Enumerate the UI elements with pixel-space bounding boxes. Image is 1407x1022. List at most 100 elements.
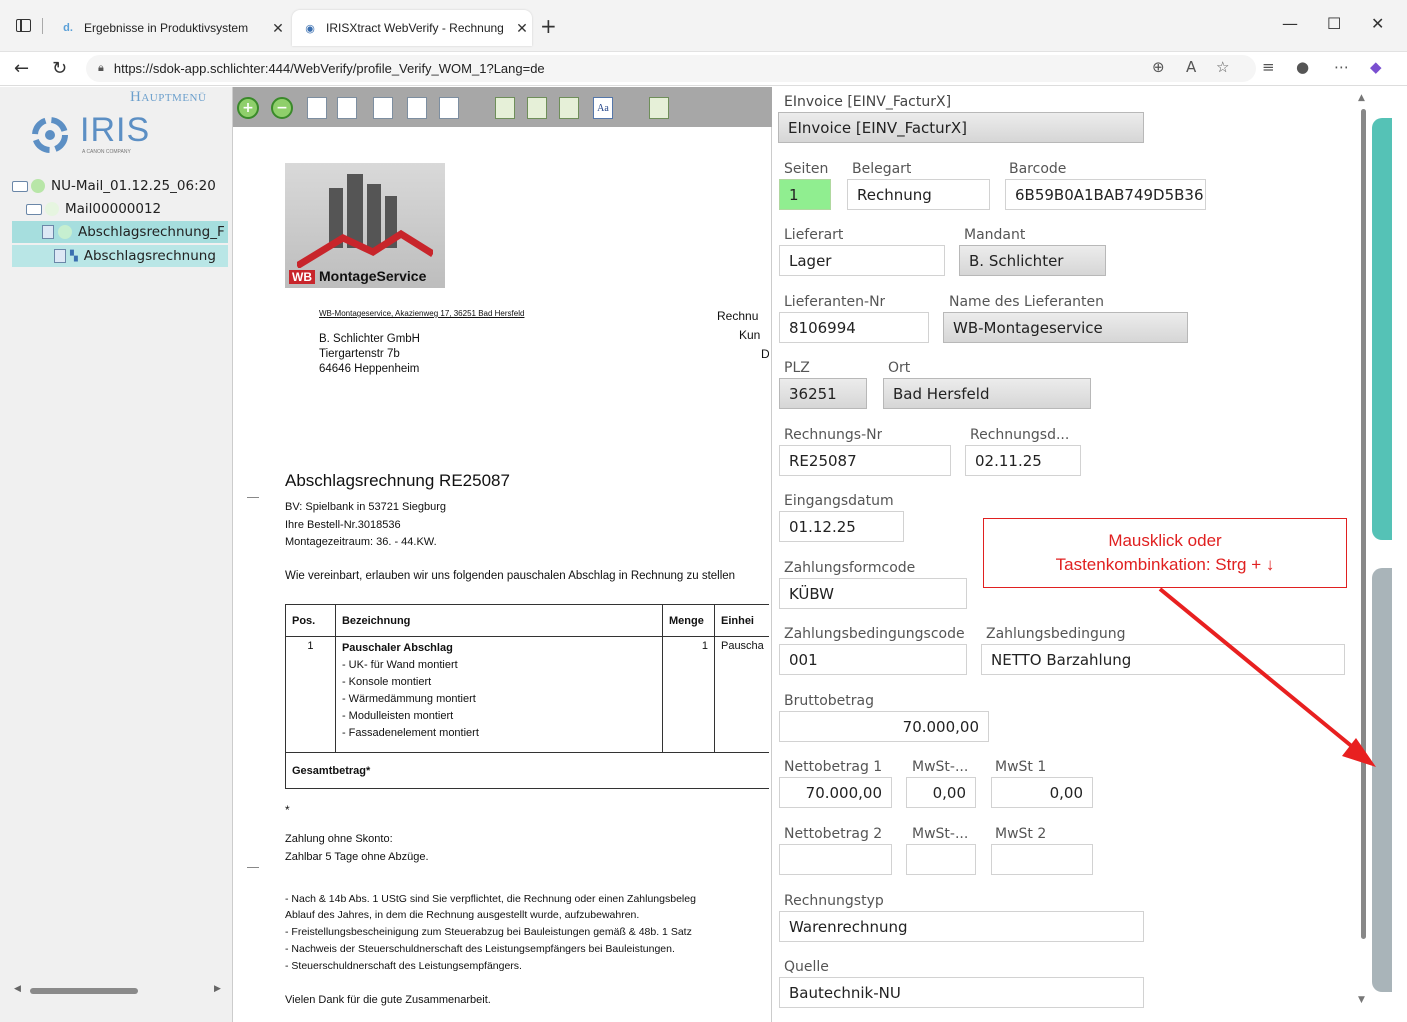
field-label: Name des Lieferanten: [949, 294, 1105, 310]
favorites-list-icon[interactable]: ≡: [1262, 58, 1275, 76]
tree-item-document[interactable]: Abschlagsrechnung_F: [12, 221, 228, 243]
field-label: PLZ: [784, 360, 810, 376]
meta-line: BV: Spielbank in 53721 Siegburg: [285, 501, 447, 513]
recipient-line: B. Schlichter GmbH: [319, 333, 420, 345]
eingangsdatum-field[interactable]: 01.12.25: [779, 511, 904, 542]
doc-type-field[interactable]: EInvoice [EINV_FacturX]: [778, 112, 1144, 143]
lieferart-field[interactable]: Lager: [779, 245, 945, 276]
form-vertical-scrollbar[interactable]: ▲ ▼: [1356, 87, 1372, 1012]
main-menu-link[interactable]: Hauptmenü: [130, 89, 206, 106]
fit-page-icon[interactable]: [307, 97, 327, 119]
ocr-text-icon[interactable]: Aa: [593, 97, 613, 119]
favorite-star-icon[interactable]: ☆: [1216, 58, 1229, 76]
field-label: Rechnungsd...: [970, 427, 1070, 443]
tree-item-label: Mail00000012: [65, 201, 162, 217]
zoom-icon[interactable]: ⊕: [1152, 58, 1165, 76]
rechnungstyp-field[interactable]: Warenrechnung: [779, 911, 1144, 942]
rotate-right-icon[interactable]: [439, 97, 459, 119]
tab-ergebnisse[interactable]: d. Ergebnisse in Produktivsystem ✕: [50, 10, 288, 46]
back-icon[interactable]: ←: [14, 58, 29, 79]
scroll-right-icon[interactable]: ▶: [214, 984, 221, 994]
tree-item-page[interactable]: ▚ Abschlagsrechnung: [12, 245, 228, 267]
left-horizontal-scrollbar[interactable]: ◀ ▶: [10, 984, 224, 998]
belegart-field[interactable]: Rechnung: [847, 179, 990, 210]
split-document-icon[interactable]: [495, 97, 515, 119]
scroll-up-icon[interactable]: ▲: [1358, 93, 1365, 103]
barcode-field[interactable]: 6B59B0A1BAB749D5B361: [1005, 179, 1206, 210]
invoice-header-cut: Rechnu: [717, 309, 759, 323]
copilot-icon[interactable]: ◆: [1370, 58, 1382, 76]
logo-text: IRIS: [80, 111, 151, 149]
zahlungsformcode-field[interactable]: KÜBW: [779, 578, 967, 609]
table-total-row: Gesamtbetrag*: [285, 752, 769, 789]
previous-document-bar[interactable]: [1372, 118, 1392, 540]
bruttobetrag-field[interactable]: 70.000,00: [779, 711, 989, 742]
mwst-satz2-field[interactable]: [906, 844, 976, 875]
close-window-icon[interactable]: ✕: [1371, 14, 1384, 33]
recipient-line: Tiergartenstr 7b: [319, 348, 400, 360]
payment-line: Zahlung ohne Skonto:: [285, 833, 393, 845]
next-document-bar[interactable]: [1372, 568, 1392, 992]
zoom-out-icon[interactable]: −: [271, 97, 293, 119]
more-menu-icon[interactable]: ⋯: [1334, 58, 1349, 76]
tree-item-mail-batch[interactable]: NU-Mail_01.12.25_06:20: [12, 175, 232, 197]
lieferanten-nr-field[interactable]: 8106994: [779, 312, 929, 343]
total-label: Gesamtbetrag*: [285, 752, 769, 789]
scroll-left-icon[interactable]: ◀: [14, 984, 21, 994]
minimize-icon[interactable]: —: [1282, 14, 1298, 33]
field-label: MwSt-...: [912, 826, 969, 842]
cell-description: Pauschaler Abschlag - UK- für Wand monti…: [334, 636, 664, 753]
read-aloud-icon[interactable]: A: [1186, 58, 1196, 76]
fit-height-icon[interactable]: [373, 97, 393, 119]
page-icon: [54, 249, 66, 263]
quelle-field[interactable]: Bautechnik-NU: [779, 977, 1144, 1008]
ort-field[interactable]: Bad Hersfeld: [883, 378, 1091, 409]
nettobetrag1-field[interactable]: 70.000,00: [779, 777, 892, 808]
field-label: Rechnungstyp: [784, 893, 884, 909]
rechnungs-nr-field[interactable]: RE25087: [779, 445, 951, 476]
zahlungsbedingungscode-field[interactable]: 001: [779, 644, 967, 675]
merge-document-icon[interactable]: [527, 97, 547, 119]
mwst1-field[interactable]: 0,00: [991, 777, 1093, 808]
close-tab-icon[interactable]: ✕: [512, 20, 532, 37]
zoom-in-icon[interactable]: +: [237, 97, 259, 119]
note-line: Ablauf des Jahres, in dem die Rechnung a…: [285, 909, 640, 921]
sender-line: WB-Montageservice, Akazienweg 17, 36251 …: [319, 309, 525, 318]
url-field[interactable]: 🔒︎ https://sdok-app.schlichter:444/WebVe…: [86, 55, 1256, 82]
profile-icon[interactable]: ●: [1296, 58, 1309, 76]
zahlungsbedingung-field[interactable]: NETTO Barzahlung: [981, 644, 1345, 675]
lieferant-name-field[interactable]: WB-Montageservice: [943, 312, 1188, 343]
nettobetrag2-field[interactable]: [779, 844, 892, 875]
recipient-line: 64646 Heppenheim: [319, 363, 420, 375]
d-favicon-icon: d.: [63, 22, 73, 34]
rotate-left-icon[interactable]: [407, 97, 427, 119]
tab-webverify[interactable]: ◉ IRISXtract WebVerify - Rechnung ✕: [292, 10, 532, 46]
field-label: Lieferanten-Nr: [784, 294, 886, 310]
mwst-satz1-field[interactable]: 0,00: [906, 777, 976, 808]
tree-item-label: NU-Mail_01.12.25_06:20: [51, 178, 216, 194]
sidebar-toggle-icon[interactable]: [16, 19, 31, 32]
close-tab-icon[interactable]: ✕: [268, 20, 288, 37]
scroll-thumb[interactable]: [1361, 109, 1366, 939]
plz-field[interactable]: 36251: [779, 378, 867, 409]
field-label: Belegart: [852, 161, 912, 177]
refresh-icon[interactable]: ↻: [52, 58, 67, 79]
scroll-down-icon[interactable]: ▼: [1358, 995, 1365, 1005]
cell-pos: 1: [285, 636, 336, 753]
rechnungsdatum-field[interactable]: 02.11.25: [965, 445, 1081, 476]
fit-width-icon[interactable]: [337, 97, 357, 119]
note-line: - Freistellungsbescheinigung zum Steuera…: [285, 926, 692, 938]
tree-item-label: Abschlagsrechnung: [83, 248, 216, 264]
maximize-icon[interactable]: ☐: [1327, 14, 1341, 33]
new-tab-button[interactable]: +: [540, 14, 557, 38]
scroll-thumb[interactable]: [30, 988, 138, 994]
document-viewer: + − Aa WB MontageService WB-Montageservi…: [232, 87, 773, 1022]
document-properties-icon[interactable]: [649, 97, 669, 119]
column-header: Pos.: [285, 604, 336, 637]
document-list-icon[interactable]: [559, 97, 579, 119]
seiten-field[interactable]: 1: [779, 179, 831, 210]
folder-open-icon: [26, 203, 42, 215]
tree-item-mail[interactable]: Mail00000012: [26, 198, 232, 220]
mwst2-field[interactable]: [991, 844, 1093, 875]
mandant-field[interactable]: B. Schlichter: [959, 245, 1106, 276]
